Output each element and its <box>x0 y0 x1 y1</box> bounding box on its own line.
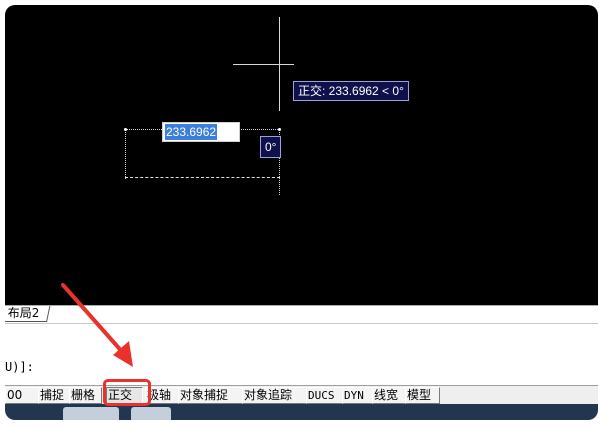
annotation-arrow-icon <box>61 283 133 367</box>
cad-window: 正交: 233.6962 < 0° 233.6962 0° 布局2 U)]: 0… <box>5 5 598 420</box>
